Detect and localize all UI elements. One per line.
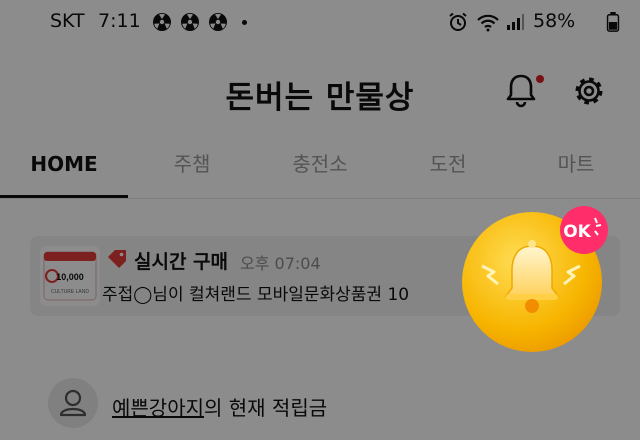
ok-badge-label: OK: [563, 222, 591, 242]
app-screen: SKT 7:11 58% 돈버는 만물상 HOME 주챔 충전소 도전 마트 1…: [0, 0, 640, 440]
floating-bell-button[interactable]: OK: [460, 206, 608, 354]
